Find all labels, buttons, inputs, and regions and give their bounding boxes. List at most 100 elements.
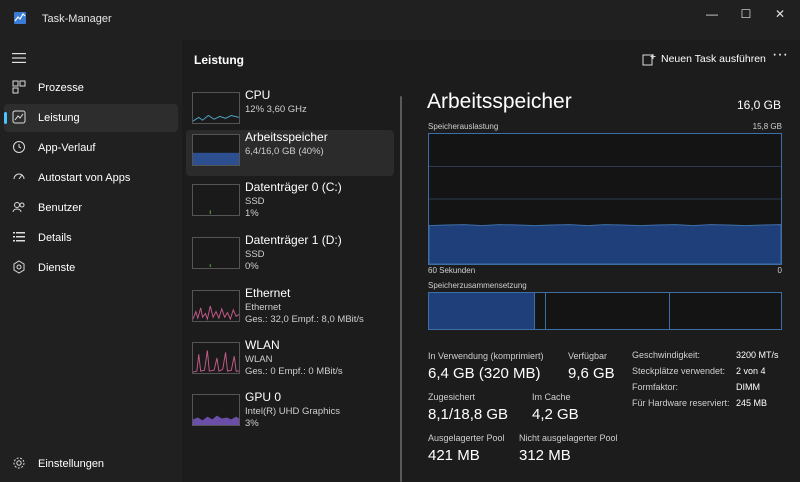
device-detail: Ges.: 0 Empf.: 0 MBit/s (245, 366, 343, 377)
stat-paged-pool-label: Ausgelagerter Pool (428, 433, 505, 443)
stat-cached-label: Im Cache (532, 392, 571, 402)
nav-item-services[interactable]: Dienste (4, 254, 178, 282)
stat-committed-label: Zugesichert (428, 392, 476, 402)
history-icon (13, 141, 25, 153)
device-name: WLAN (245, 338, 280, 352)
device-list: CPU 12% 3,60 GHz Arbeitsspeicher 6,4/16,… (182, 80, 396, 482)
window-title: Task-Manager (42, 13, 112, 25)
nav-item-users[interactable]: Benutzer (4, 194, 178, 222)
ethernet-thumbnail-graph (192, 290, 240, 322)
device-name: GPU 0 (245, 390, 282, 404)
device-item-cpu[interactable]: CPU 12% 3,60 GHz (186, 88, 394, 134)
device-item-ethernet[interactable]: Ethernet Ethernet Ges.: 32,0 Empf.: 8,0 … (186, 286, 394, 332)
maximize-button[interactable]: ☐ (734, 4, 758, 24)
device-item-wlan[interactable]: WLAN WLAN Ges.: 0 Empf.: 0 MBit/s (186, 338, 394, 384)
stat-in-use-label: In Verwendung (komprimiert) (428, 351, 544, 361)
device-name: Datenträger 0 (C:) (245, 180, 342, 194)
nav-label-users: Benutzer (38, 202, 83, 214)
device-item-gpu-0[interactable]: GPU 0 Intel(R) UHD Graphics 3% (186, 390, 394, 436)
prop-reserved-label: Für Hardware reserviert: (632, 398, 730, 408)
memory-usage-graph (428, 133, 782, 265)
more-options-button[interactable]: ··· (770, 47, 790, 68)
device-subtitle: Intel(R) UHD Graphics (245, 406, 341, 417)
detail-title: Arbeitsspeicher (427, 90, 572, 113)
device-subtitle: SSD (245, 196, 265, 207)
nav-item-settings[interactable]: Einstellungen (4, 450, 178, 478)
nav-item-processes[interactable]: Prozesse (4, 74, 178, 102)
disk-0-thumbnail-graph (192, 184, 240, 216)
close-button[interactable]: ✕ (768, 4, 792, 24)
device-item-disk-0[interactable]: Datenträger 0 (C:) SSD 1% (186, 180, 394, 226)
stat-nonpaged-pool-label: Nicht ausgelagerter Pool (519, 433, 618, 443)
composition-modified[interactable] (535, 293, 546, 329)
device-name: Ethernet (245, 286, 291, 300)
usage-max-label: 15,8 GB (752, 122, 782, 131)
nav-label-services: Dienste (38, 262, 76, 274)
stat-committed-value: 8,1/18,8 GB (428, 406, 509, 423)
nav-label-performance: Leistung (38, 112, 80, 124)
disk-1-thumbnail-graph (192, 237, 240, 269)
prop-form-factor-label: Formfaktor: (632, 382, 679, 392)
device-subtitle: 6,4/16,0 GB (40%) (245, 146, 324, 157)
performance-icon (12, 110, 26, 124)
device-item-disk-1[interactable]: Datenträger 1 (D:) SSD 0% (186, 233, 394, 279)
nav-label-settings: Einstellungen (38, 458, 105, 470)
device-subtitle: WLAN (245, 354, 273, 365)
active-indicator (4, 112, 7, 124)
time-end-label: 0 (777, 266, 782, 275)
navigation-pane: Prozesse Leistung App-Verlauf Autostart … (0, 40, 182, 482)
cpu-thumbnail-graph (192, 92, 240, 124)
nav-item-performance[interactable]: Leistung (4, 104, 178, 132)
prop-speed-value: 3200 MT/s (736, 350, 779, 360)
device-item-memory[interactable]: Arbeitsspeicher 6,4/16,0 GB (40%) (186, 130, 394, 176)
stat-available-label: Verfügbar (568, 351, 608, 361)
device-detail: 3% (245, 418, 259, 429)
device-name: Arbeitsspeicher (245, 130, 328, 144)
minimize-button[interactable]: — (700, 4, 724, 24)
details-icon (13, 232, 25, 242)
time-window-label: 60 Sekunden (428, 266, 476, 275)
device-subtitle: SSD (245, 249, 265, 260)
composition-label: Speicherzusammensetzung (428, 281, 527, 290)
composition-free[interactable] (670, 293, 783, 329)
nav-label-processes: Prozesse (38, 82, 84, 94)
wlan-thumbnail-graph (192, 342, 240, 374)
gear-icon (13, 457, 25, 469)
device-subtitle: Ethernet (245, 302, 281, 313)
nav-item-app-history[interactable]: App-Verlauf (4, 134, 178, 162)
startup-icon (13, 173, 25, 180)
device-detail: 1% (245, 208, 259, 219)
nav-label-app-history: App-Verlauf (38, 142, 96, 154)
users-icon (12, 202, 25, 213)
device-list-scrollbar[interactable] (400, 96, 402, 482)
nav-item-startup[interactable]: Autostart von Apps (4, 164, 178, 192)
processes-icon (12, 80, 26, 94)
task-manager-app-icon (14, 12, 26, 24)
stat-in-use-value: 6,4 GB (320 MB) (428, 365, 541, 382)
prop-form-factor-value: DIMM (736, 382, 760, 392)
stat-cached-value: 4,2 GB (532, 406, 579, 423)
prop-reserved-value: 245 MB (736, 398, 768, 408)
title-bar: Task-Manager — ☐ ✕ (0, 0, 800, 40)
device-detail: 0% (245, 261, 259, 272)
device-name: Datenträger 1 (D:) (245, 233, 342, 247)
hamburger-menu-icon[interactable] (12, 52, 26, 64)
memory-detail-panel: Arbeitsspeicher 16,0 GB Speicherauslastu… (410, 80, 800, 482)
stat-nonpaged-pool-value: 312 MB (519, 447, 571, 464)
stat-available-value: 9,6 GB (568, 365, 615, 382)
nav-label-startup: Autostart von Apps (38, 172, 131, 184)
prop-slots-value: 2 von 4 (736, 366, 766, 376)
memory-composition-bar (428, 292, 782, 330)
device-subtitle: 12% 3,60 GHz (245, 104, 307, 115)
services-icon (13, 260, 25, 274)
composition-in-use[interactable] (429, 293, 536, 329)
memory-usage-area (429, 224, 781, 264)
nav-item-details[interactable]: Details (4, 224, 178, 252)
device-name: CPU (245, 88, 271, 102)
stat-paged-pool-value: 421 MB (428, 447, 480, 464)
new-task-icon (642, 54, 656, 66)
gpu-0-thumbnail-graph (192, 394, 240, 426)
composition-standby[interactable] (546, 293, 670, 329)
usage-label: Speicherauslastung (428, 122, 499, 131)
prop-slots-label: Steckplätze verwendet: (632, 366, 726, 376)
